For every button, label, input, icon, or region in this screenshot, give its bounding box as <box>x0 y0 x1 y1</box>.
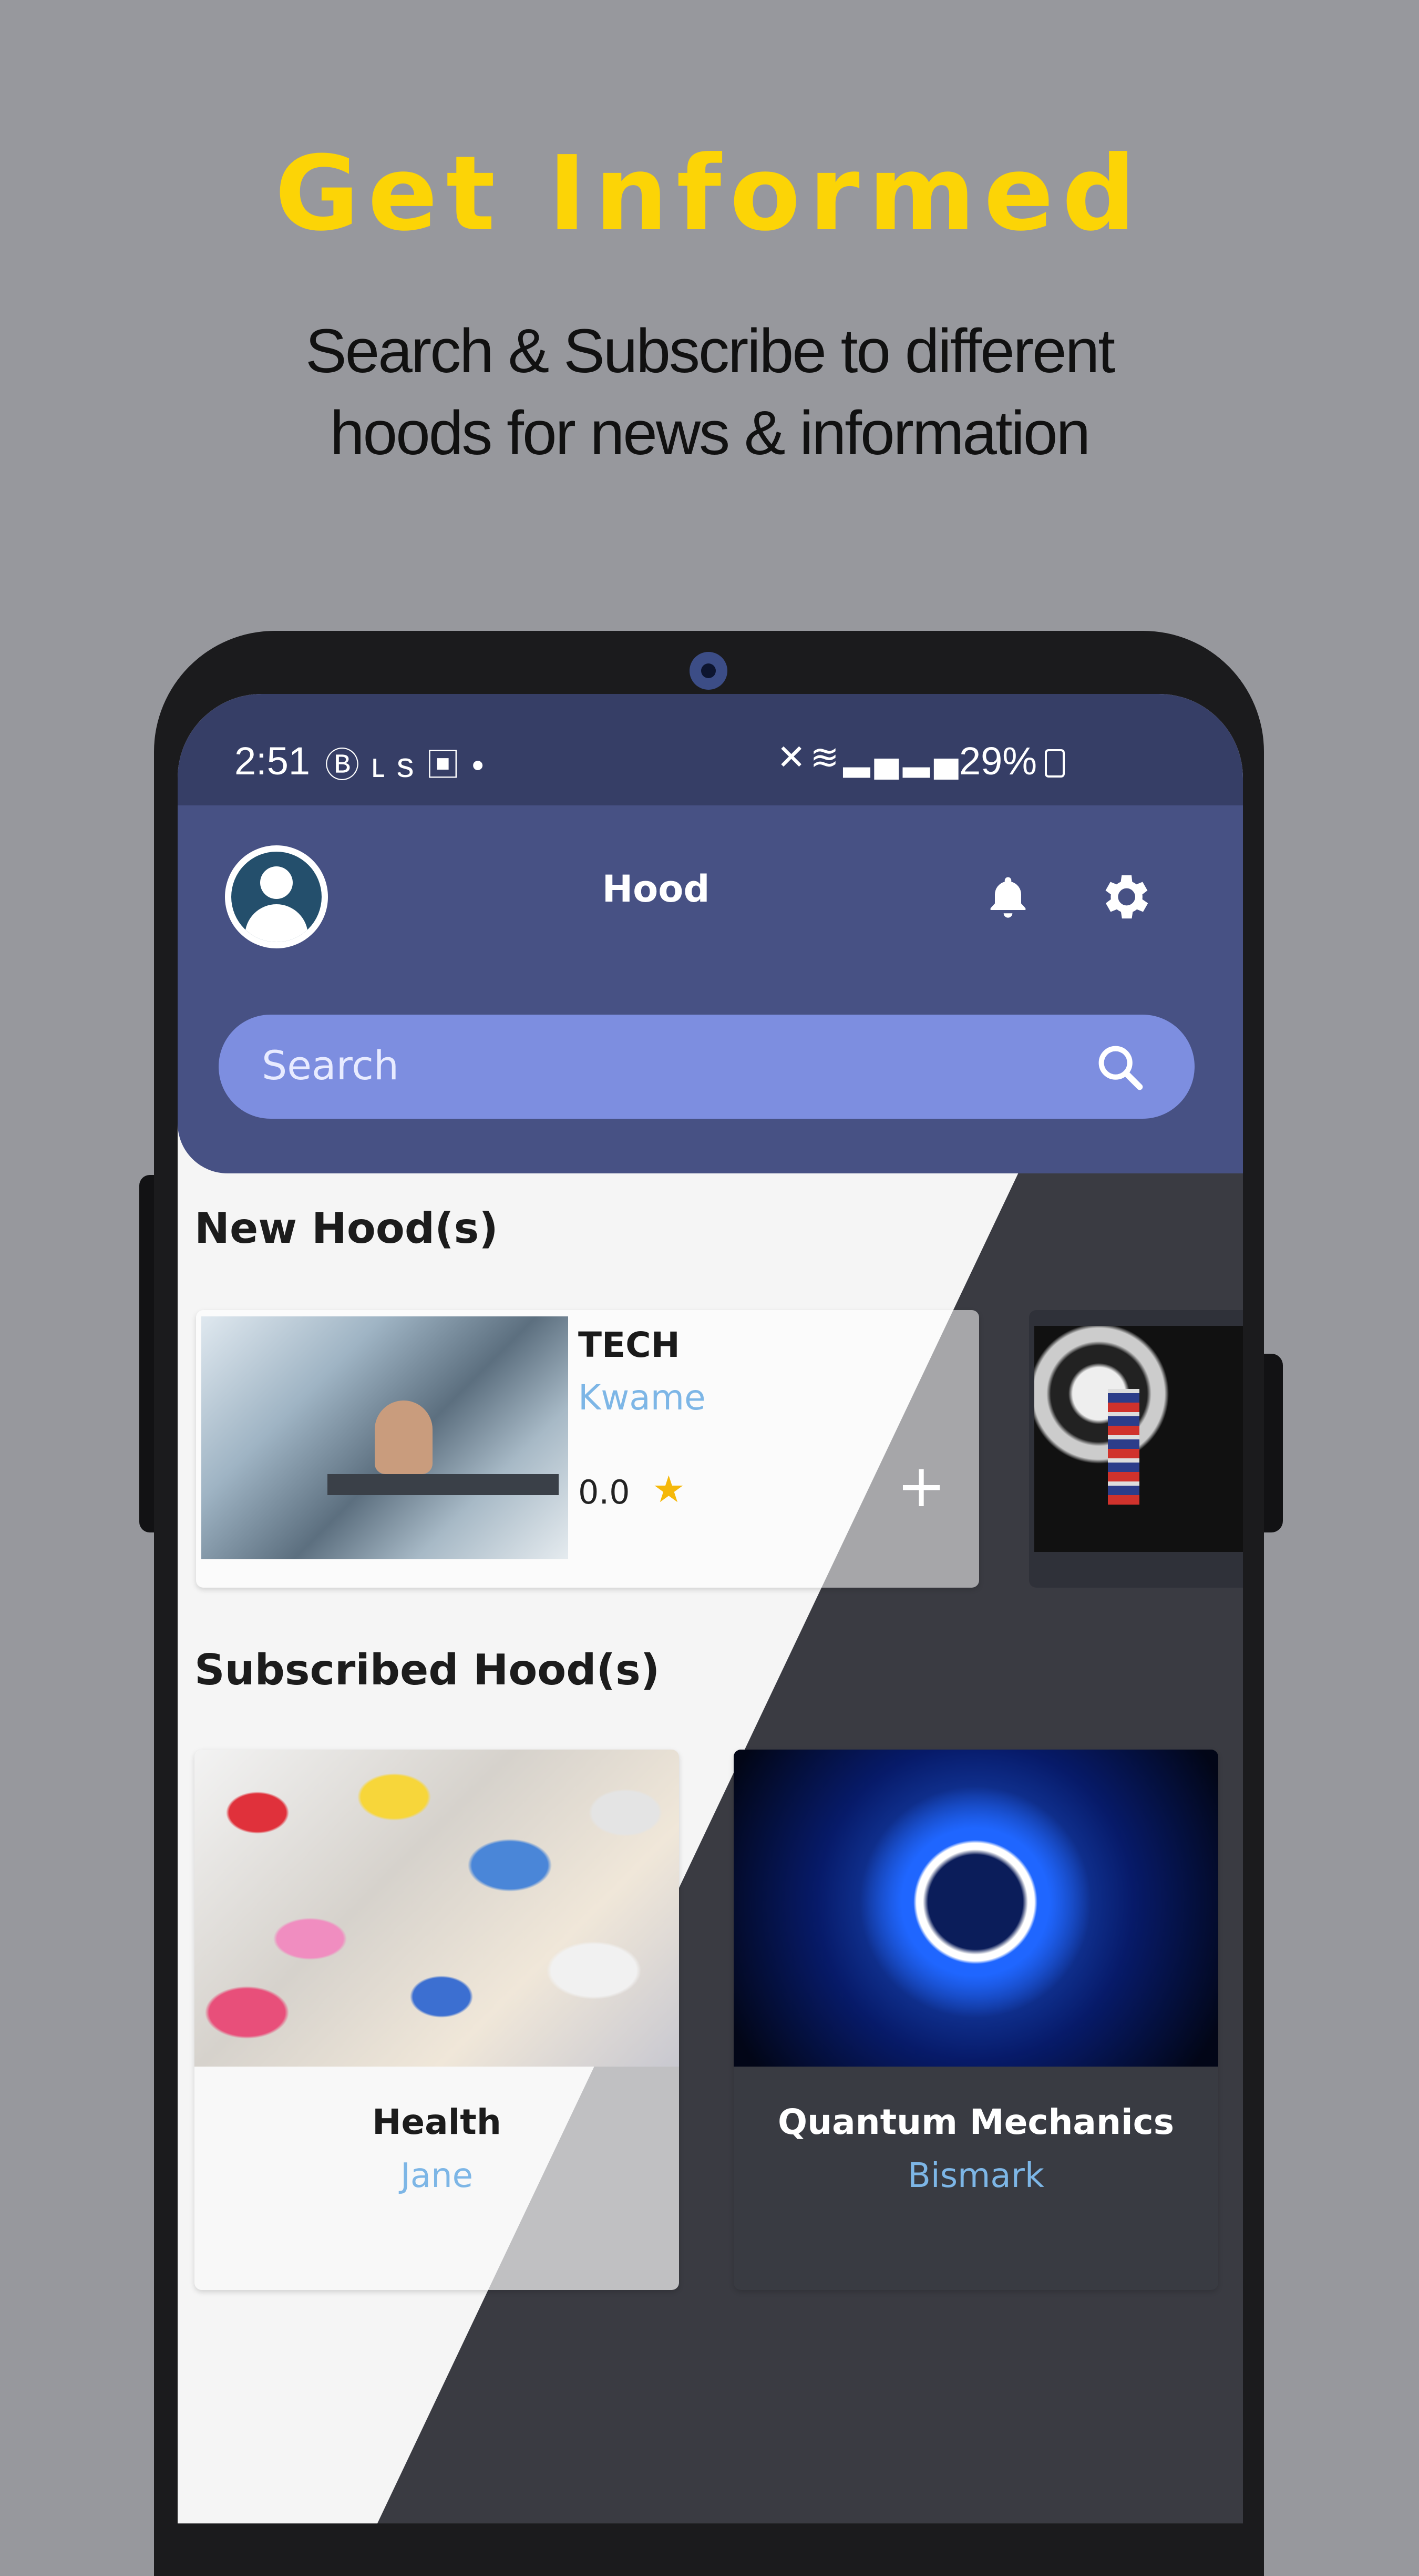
status-time: 2:51 <box>234 739 311 783</box>
search-input[interactable] <box>261 1038 1051 1092</box>
avatar-head <box>260 866 293 899</box>
app-header: Hood <box>178 805 1243 1173</box>
subscribed-hood-card[interactable]: Health Jane <box>194 1750 679 2290</box>
new-hood-rating: 0.0 <box>578 1473 630 1511</box>
battery-icon <box>1045 749 1065 778</box>
bell-icon[interactable] <box>982 871 1034 923</box>
thumbnail-spring <box>1108 1389 1139 1505</box>
new-hood-card-peek[interactable] <box>1029 1310 1243 1588</box>
status-battery: 29% <box>959 739 1037 783</box>
signal-icon: ▂▄ <box>843 738 903 776</box>
b-circle-icon: Ⓑ <box>325 745 371 784</box>
status-left-icons: Ⓑʟs▣• <box>325 737 496 788</box>
subscribed-hood-thumbnail <box>734 1750 1218 2067</box>
subscribed-hoods-title: Subscribed Hood(s) <box>194 1645 660 1694</box>
new-hood-thumbnail-peek <box>1034 1326 1243 1552</box>
promo-subtitle-line-2: hoods for news & information <box>330 398 1091 468</box>
subscribed-hood-owner[interactable]: Jane <box>194 2156 679 2195</box>
status-bar: 2:51 Ⓑʟs▣• ✕≋▂▄▂▄ 29% <box>178 694 1243 805</box>
phone-screen: 2:51 Ⓑʟs▣• ✕≋▂▄▂▄ 29% Hood Search New Ho… <box>178 694 1243 2523</box>
image-icon: ▣ <box>425 745 472 784</box>
thumbnail-desk <box>327 1474 559 1495</box>
new-hood-owner[interactable]: Kwame <box>578 1377 706 1418</box>
thumbnail-person <box>375 1401 433 1474</box>
dot-icon: • <box>471 745 496 784</box>
subscribe-add-button[interactable]: + <box>892 1457 950 1516</box>
promo-title: Get Informed <box>274 134 1145 254</box>
new-hood-title: TECH <box>578 1325 680 1365</box>
avatar-inner <box>231 852 322 942</box>
promo-subtitle-line-1: Search & Subscribe to different <box>305 316 1115 386</box>
new-hood-card[interactable]: TECH Kwame 0.0 ★ + <box>196 1310 979 1588</box>
subscribed-hood-owner[interactable]: Bismark <box>734 2156 1218 2195</box>
status-right-icons: ✕≋▂▄▂▄ <box>777 737 963 778</box>
subscribed-hood-title: Health <box>372 2102 501 2142</box>
search-bar[interactable] <box>219 1015 1195 1119</box>
avatar-body <box>245 904 308 942</box>
front-camera <box>690 652 727 690</box>
mute-icon: ✕ <box>777 738 810 776</box>
avatar-icon[interactable] <box>225 845 328 948</box>
search-icon[interactable] <box>1094 1041 1146 1093</box>
ls-icon: ʟs <box>371 745 426 784</box>
app-title: Hood <box>602 867 710 911</box>
subscribed-hood-title: Quantum Mechanics <box>777 2102 1174 2142</box>
new-hoods-title: New Hood(s) <box>194 1204 498 1253</box>
new-hood-thumbnail <box>201 1316 568 1559</box>
subscribed-hood-card[interactable]: Quantum Mechanics Bismark <box>734 1750 1218 2290</box>
wifi-icon: ≋ <box>810 738 844 776</box>
gear-icon[interactable] <box>1095 867 1154 926</box>
star-icon: ★ <box>652 1468 685 1511</box>
subscribed-hood-thumbnail <box>194 1750 679 2067</box>
promo-subtitle: Search & Subscribe to different hoods fo… <box>0 310 1419 474</box>
signal-icon: ▂▄ <box>903 738 963 776</box>
